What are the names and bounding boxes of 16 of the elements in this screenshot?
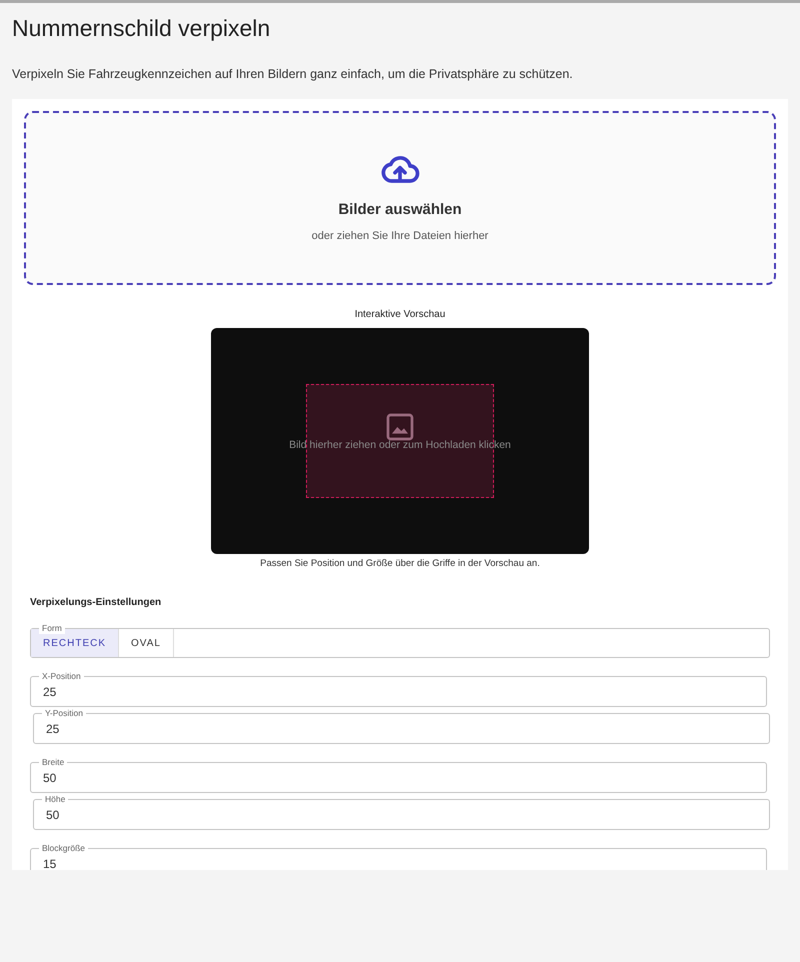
upload-hint: oder ziehen Sie Ihre Dateien hierher (312, 230, 488, 242)
field-label: Breite (39, 756, 68, 768)
upload-dropzone[interactable]: Bilder auswählen oder ziehen Sie Ihre Dateien hierher (24, 111, 776, 285)
field-label: X-Position (39, 670, 84, 682)
preview-title: Interaktive Vorschau (354, 309, 446, 320)
field-label: Y-Position (42, 707, 86, 719)
page-title: Nummernschild verpixeln (11, 14, 272, 43)
page-description: Verpixeln Sie Fahrzeugkennzeichen auf Ihren Bildern ganz einfach, um die Privatsphäre zu schützen. (12, 67, 574, 81)
preview-caption: Passen Sie Position und Größe über die Griffe in der Vorschau an. (259, 558, 541, 569)
field-label: Höhe (42, 793, 68, 805)
field-label: Blockgröße (39, 842, 88, 854)
preview-canvas[interactable]: Bild hierher ziehen oder zum Hochladen klicken (211, 328, 589, 554)
preview-placeholder: Bild hierher ziehen oder zum Hochladen klicken (289, 439, 511, 451)
field-label: Form (39, 622, 65, 634)
upload-title: Bilder auswählen (338, 201, 462, 218)
settings-title: Verpixelungs-Einstellungen (30, 597, 162, 608)
